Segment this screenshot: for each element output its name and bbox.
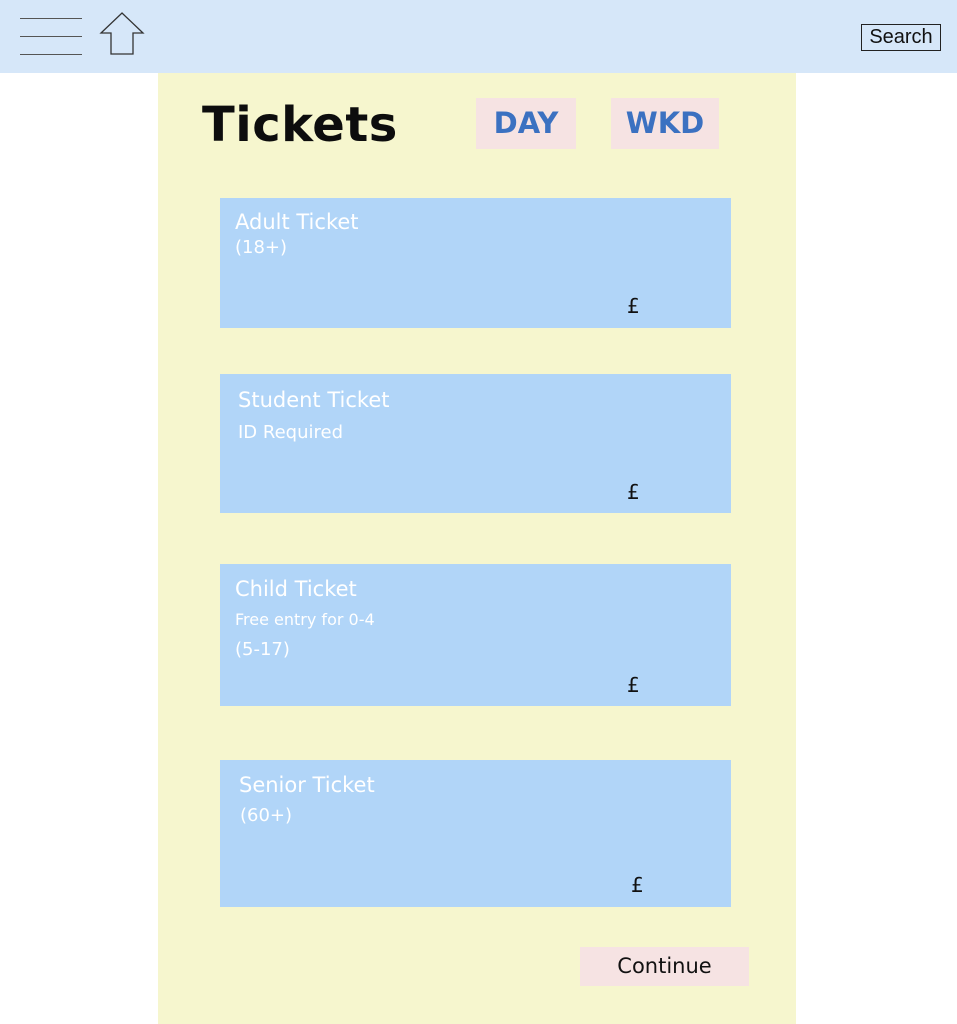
ticket-price: £ <box>627 294 640 318</box>
ticket-age-range: (5-17) <box>235 639 290 660</box>
ticket-name: Student Ticket <box>238 388 390 412</box>
ticket-card-adult[interactable]: Adult Ticket (18+) £ <box>220 198 731 328</box>
ticket-card-senior[interactable]: Senior Ticket (60+) £ <box>220 760 731 907</box>
ticket-price: £ <box>627 673 640 697</box>
search-button[interactable]: Search <box>861 24 941 51</box>
continue-button[interactable]: Continue <box>580 947 749 986</box>
ticket-name: Senior Ticket <box>239 773 375 797</box>
ticket-requirement: ID Required <box>238 422 344 443</box>
ticket-price: £ <box>627 480 640 504</box>
day-toggle-button[interactable]: DAY <box>476 98 576 149</box>
page-title: Tickets <box>202 97 398 153</box>
ticket-card-child[interactable]: Child Ticket Free entry for 0-4 (5-17) £ <box>220 564 731 706</box>
ticket-name: Adult Ticket <box>235 210 359 234</box>
ticket-card-student[interactable]: Student Ticket ID Required £ <box>220 374 731 513</box>
ticket-price: £ <box>631 873 644 897</box>
weekend-toggle-button[interactable]: WKD <box>611 98 719 149</box>
home-arrow-icon[interactable] <box>99 11 145 57</box>
ticket-age-range: (60+) <box>240 805 293 826</box>
ticket-name: Child Ticket <box>235 577 357 601</box>
top-bar: Search <box>0 0 957 73</box>
ticket-note: Free entry for 0-4 <box>235 610 375 629</box>
ticket-age-range: (18+) <box>235 237 288 258</box>
hamburger-menu-icon[interactable] <box>20 18 82 55</box>
